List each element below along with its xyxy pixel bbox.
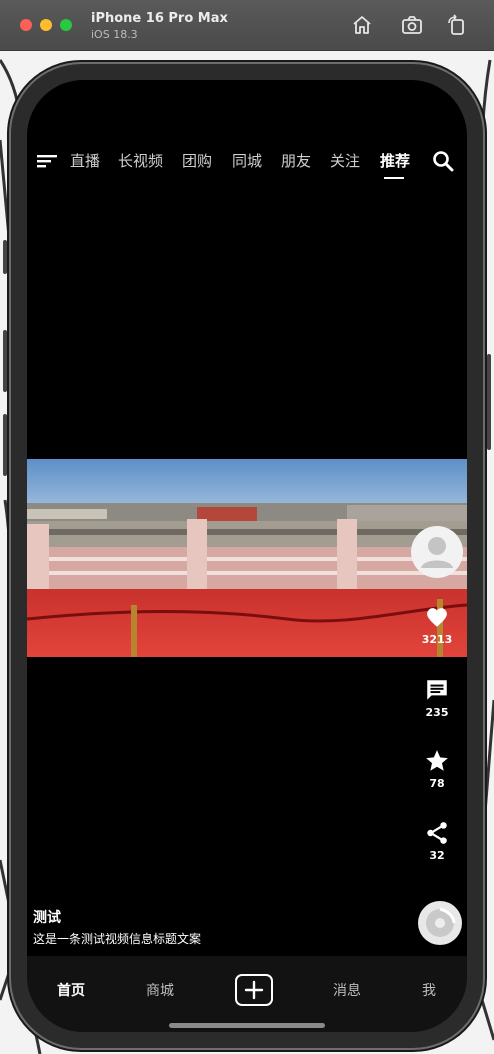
video-player[interactable] [27, 459, 467, 657]
tab-group-buy[interactable]: 团购 [182, 150, 212, 171]
avatar-placeholder-icon [421, 537, 453, 568]
home-icon[interactable] [351, 14, 373, 36]
close-window-button[interactable] [20, 19, 32, 31]
nav-messages[interactable]: 消息 [333, 980, 361, 1000]
video-description: 这是一条测试视频信息标题文案 [33, 932, 202, 946]
heart-icon [427, 608, 447, 627]
comment-button[interactable]: 235 [417, 677, 457, 719]
bottom-nav: 首页 商城 消息 我 [27, 956, 467, 1032]
volume-down-button [3, 414, 7, 476]
screenshot-icon[interactable] [401, 14, 423, 36]
video-frame-image [27, 459, 467, 657]
author-name[interactable]: 测试 [33, 907, 61, 927]
comment-count: 235 [425, 706, 449, 719]
tab-long-video[interactable]: 长视频 [118, 150, 163, 171]
phone-frame: 直播 长视频 团购 同城 朋友 关注 推荐 3213 235 78 32 测试 … [3, 64, 491, 1048]
nav-me[interactable]: 我 [422, 980, 436, 1000]
simulator-titlebar: iPhone 16 Pro Max iOS 18.3 [0, 0, 494, 51]
create-button[interactable] [235, 974, 273, 1006]
music-disc[interactable] [418, 901, 462, 945]
device-name: iPhone 16 Pro Max [91, 11, 228, 26]
search-icon[interactable] [432, 150, 454, 172]
favorite-count: 78 [429, 777, 445, 790]
nav-mall[interactable]: 商城 [146, 980, 174, 1000]
like-button[interactable]: 3213 [417, 604, 457, 646]
volume-up-button [3, 330, 7, 392]
author-avatar[interactable] [411, 526, 463, 578]
menu-icon[interactable] [37, 151, 59, 171]
rotate-icon[interactable] [446, 14, 468, 36]
favorite-button[interactable]: 78 [417, 748, 457, 790]
nav-home[interactable]: 首页 [57, 980, 85, 1000]
share-count: 32 [429, 849, 445, 862]
tab-recommended[interactable]: 推荐 [380, 150, 410, 171]
plus-icon [244, 980, 264, 1000]
comment-icon [427, 680, 447, 700]
os-version: iOS 18.3 [91, 28, 138, 41]
like-count: 3213 [421, 633, 453, 646]
tab-friends[interactable]: 朋友 [281, 150, 311, 171]
top-nav: 直播 长视频 团购 同城 朋友 关注 推荐 [27, 142, 467, 182]
app-screen: 直播 长视频 团购 同城 朋友 关注 推荐 3213 235 78 32 测试 … [27, 80, 467, 1032]
minimize-window-button[interactable] [40, 19, 52, 31]
tab-local[interactable]: 同城 [232, 150, 262, 171]
zoom-window-button[interactable] [60, 19, 72, 31]
music-disc-icon [426, 907, 456, 937]
action-button [3, 240, 7, 274]
home-indicator[interactable] [169, 1023, 325, 1028]
tab-live[interactable]: 直播 [70, 150, 100, 171]
star-icon [426, 750, 448, 771]
tab-following[interactable]: 关注 [330, 150, 360, 171]
share-icon [427, 822, 447, 844]
share-button[interactable]: 32 [417, 820, 457, 862]
active-tab-indicator [384, 177, 404, 179]
power-button [487, 354, 491, 450]
